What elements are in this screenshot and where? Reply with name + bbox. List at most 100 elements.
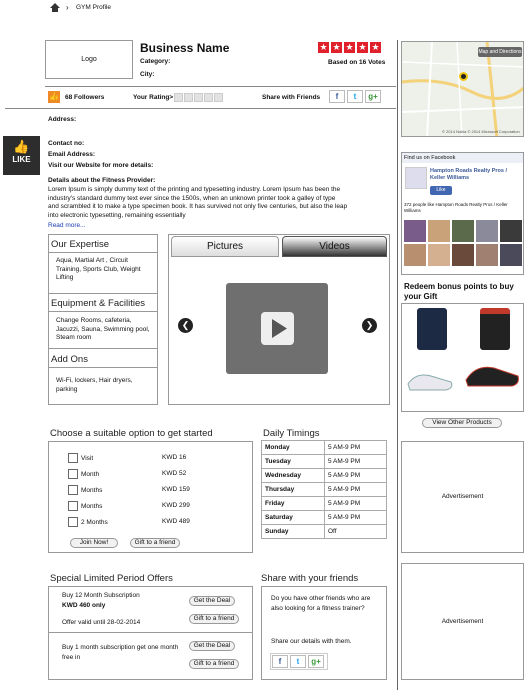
- chevron-right-icon: ›: [66, 3, 69, 12]
- rating-stars: ★ ★ ★ ★ ★: [318, 42, 381, 53]
- option-checkbox[interactable]: [68, 517, 78, 527]
- google-plus-icon[interactable]: g+: [308, 655, 324, 668]
- option-row[interactable]: Month KWD 52: [68, 469, 248, 485]
- gift-friend-button[interactable]: Gift to a friend: [189, 659, 239, 669]
- nitro-product-image[interactable]: [480, 308, 510, 350]
- breadcrumb-current: GYM Profile: [76, 4, 112, 11]
- view-other-products-button[interactable]: View Other Products: [422, 418, 502, 428]
- avatar[interactable]: [500, 220, 522, 242]
- facebook-page-name[interactable]: Hampton Roads Realty Pros / Keller Willi…: [430, 168, 522, 182]
- facebook-page-logo: [405, 167, 427, 189]
- avatar[interactable]: [476, 244, 498, 266]
- option-row[interactable]: Visit KWD 16: [68, 453, 248, 469]
- divider: [45, 86, 396, 87]
- facebook-icon[interactable]: f: [272, 655, 288, 668]
- share-cta: Share our details with them.: [271, 638, 352, 645]
- thumbs-up-icon[interactable]: 👍: [48, 91, 60, 103]
- read-more-link[interactable]: Read more...: [48, 222, 86, 229]
- timing-row: Saturday 5 AM-9 PM: [261, 510, 387, 525]
- expertise-text: Aqua, Martial Art , Circuit Training, Sp…: [56, 257, 141, 281]
- google-plus-icon[interactable]: g+: [365, 90, 381, 103]
- details-title: Details about the Fitness Provider:: [48, 177, 156, 184]
- share-question: Do you have other friends who are also l…: [271, 595, 371, 612]
- option-row[interactable]: 2 Months KWD 489: [68, 517, 248, 533]
- twitter-icon[interactable]: t: [290, 655, 306, 668]
- option-checkbox[interactable]: [68, 485, 78, 495]
- avatar[interactable]: [452, 244, 474, 266]
- email-label: Email Address:: [48, 151, 96, 158]
- avatar[interactable]: [404, 220, 426, 242]
- divider: [48, 293, 158, 294]
- divider: [48, 367, 158, 368]
- timing-row: Thursday 5 AM-9 PM: [261, 482, 387, 497]
- bonus-title: Redeem bonus points to buy your Gift: [404, 282, 514, 301]
- divider: [48, 348, 158, 349]
- face-grid: [404, 220, 522, 266]
- twitter-icon[interactable]: t: [347, 90, 363, 103]
- prev-arrow-icon[interactable]: ❮: [178, 318, 193, 333]
- gift-friend-button[interactable]: Gift to a friend: [189, 614, 239, 624]
- get-deal-button[interactable]: Get the Deal: [189, 641, 235, 651]
- divider: [48, 632, 253, 633]
- map-copyright: © 2014 Nokia © 2014 Microsoft Corporatio…: [442, 129, 520, 134]
- map-directions-button[interactable]: Map and Directions: [478, 47, 522, 57]
- user-rating-stars[interactable]: [174, 93, 224, 104]
- advertisement-1[interactable]: Advertisement: [401, 441, 524, 553]
- avatar[interactable]: [476, 220, 498, 242]
- offer2-title: Buy 1 month subscription get one month f…: [62, 644, 179, 661]
- map-widget[interactable]: Map and Directions © 2014 Nokia © 2014 M…: [401, 41, 524, 137]
- tab-pictures[interactable]: Pictures: [171, 236, 279, 257]
- timing-row: Tuesday 5 AM-9 PM: [261, 454, 387, 469]
- offer1-validity: Offer valid until 28-02-2014: [62, 619, 141, 626]
- timings-title: Daily Timings: [263, 428, 320, 439]
- option-checkbox[interactable]: [68, 453, 78, 463]
- advertisement-2[interactable]: Advertisement: [401, 563, 524, 680]
- play-icon[interactable]: [261, 312, 294, 345]
- facebook-faces: [404, 220, 522, 266]
- avatar[interactable]: [500, 244, 522, 266]
- options-title: Choose a suitable option to get started: [50, 428, 213, 439]
- social-buttons: f t g+: [329, 90, 383, 103]
- option-checkbox[interactable]: [68, 501, 78, 511]
- video-player[interactable]: [226, 283, 328, 374]
- city-label: City:: [140, 71, 155, 78]
- logo-box: Logo: [45, 40, 133, 79]
- timing-row: Wednesday 5 AM-9 PM: [261, 468, 387, 483]
- option-row[interactable]: Months KWD 159: [68, 485, 248, 501]
- facebook-header: Find us on Facebook: [402, 153, 523, 163]
- equipment-text: Change Rooms, cafeteria, Jacuzzi, Sauna,…: [56, 317, 150, 341]
- facebook-icon[interactable]: f: [329, 90, 345, 103]
- avatar[interactable]: [428, 220, 450, 242]
- home-icon[interactable]: [50, 3, 62, 13]
- address-label: Address:: [48, 116, 77, 123]
- option-checkbox[interactable]: [68, 469, 78, 479]
- facebook-people-text: 372 people like Hampton Roads Realty Pro…: [404, 202, 508, 213]
- like-label: LIKE: [12, 155, 31, 164]
- map-pin-icon[interactable]: [459, 72, 468, 81]
- black-shoes-image[interactable]: [464, 358, 522, 394]
- gift-friend-button[interactable]: Gift to a friend: [130, 538, 180, 548]
- timing-row: Monday 5 AM-9 PM: [261, 440, 387, 455]
- expertise-title: Our Expertise: [51, 239, 110, 250]
- next-arrow-icon[interactable]: ❯: [362, 318, 377, 333]
- equipment-title: Equipment & Facilities: [51, 298, 145, 309]
- protein-product-image[interactable]: [417, 308, 447, 350]
- white-shoes-image[interactable]: [406, 364, 456, 394]
- facebook-like-button[interactable]: Like: [430, 186, 452, 195]
- option-row[interactable]: Months KWD 299: [68, 501, 248, 517]
- column-divider: [397, 40, 398, 690]
- avatar[interactable]: [452, 220, 474, 242]
- divider: [5, 108, 396, 109]
- avatar[interactable]: [404, 244, 426, 266]
- share-social-buttons: f t g+: [270, 653, 328, 670]
- avatar[interactable]: [428, 244, 450, 266]
- website-label[interactable]: Visit our Website for more details:: [48, 162, 153, 169]
- join-now-button[interactable]: Join Now!: [70, 538, 118, 548]
- details-text: Lorem Ipsum is simply dummy text of the …: [48, 186, 348, 219]
- category-label: Category:: [140, 58, 171, 65]
- tab-videos[interactable]: Videos: [282, 236, 387, 257]
- like-button[interactable]: 👍 LIKE: [3, 136, 40, 175]
- get-deal-button[interactable]: Get the Deal: [189, 596, 235, 606]
- contact-label: Contact no:: [48, 140, 85, 147]
- offers-title: Special Limited Period Offers: [50, 573, 173, 584]
